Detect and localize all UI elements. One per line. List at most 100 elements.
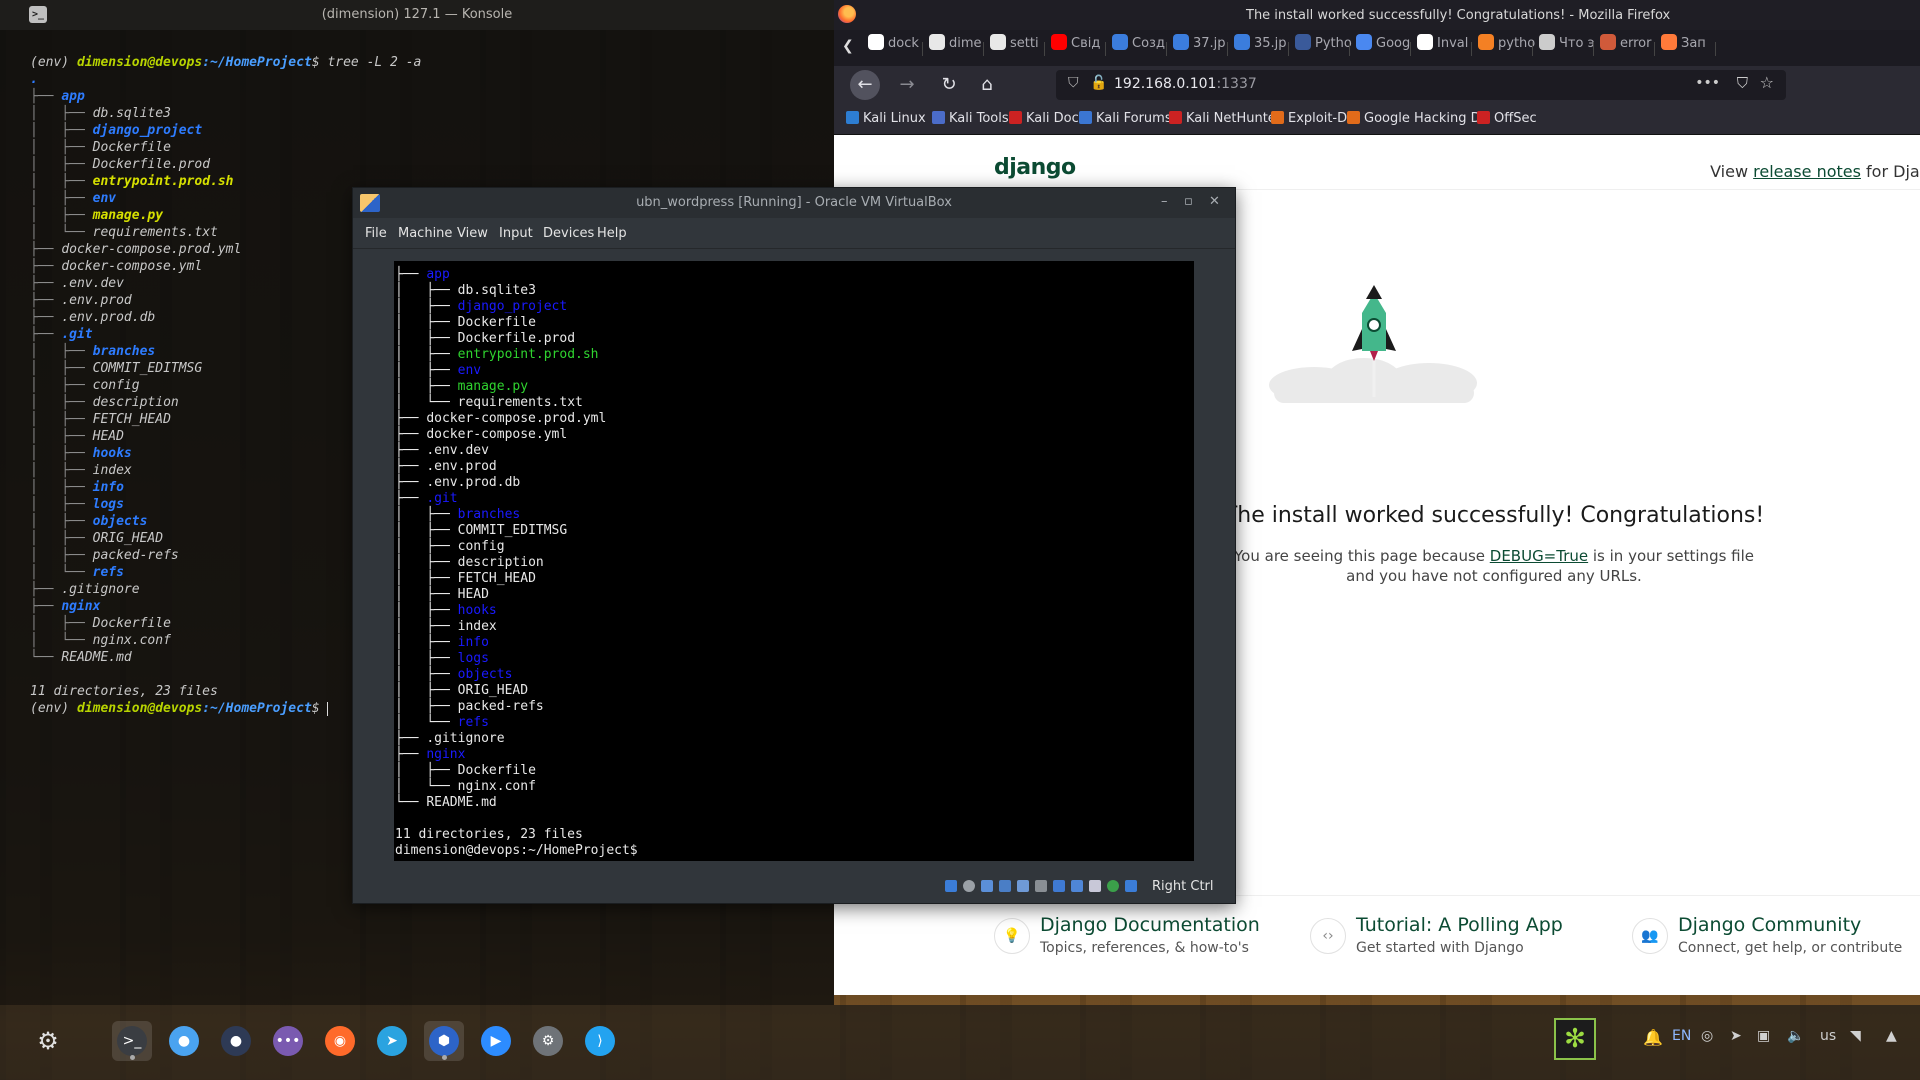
menu-machine[interactable]: Machine: [398, 226, 452, 241]
optical-drive-icon[interactable]: [963, 880, 975, 892]
taskbar-app-button[interactable]: ⟩: [580, 1021, 620, 1061]
tree-prefix: │ ├──: [395, 347, 458, 362]
menu-input[interactable]: Input: [499, 226, 533, 241]
bookmark-item[interactable]: Exploit-DB: [1271, 111, 1356, 126]
audio-icon[interactable]: [981, 880, 993, 892]
menu-devices[interactable]: Devices: [543, 226, 594, 241]
bookmarks-toolbar: Kali Linux Kali Tools Kali Docs Kali Forums…: [834, 104, 1920, 135]
taskbar-app-button[interactable]: ●: [216, 1021, 256, 1061]
hard-disk-icon[interactable]: [945, 880, 957, 892]
maximize-icon[interactable]: ▫: [1184, 194, 1193, 209]
wifi-icon[interactable]: ◥: [1850, 1028, 1861, 1044]
bookmark-item[interactable]: Kali Forums: [1079, 111, 1172, 126]
bookmark-item[interactable]: Kali Docs: [1009, 111, 1086, 126]
virtualbox-window[interactable]: ubn_wordpress [Running] - Oracle VM Virt…: [353, 188, 1235, 903]
menu-view[interactable]: View: [457, 226, 488, 241]
application-launcher-button[interactable]: ⚙: [28, 1021, 68, 1061]
card-title[interactable]: Tutorial: A Polling App: [1356, 914, 1563, 936]
shared-folders-icon[interactable]: [1035, 880, 1047, 892]
tree-entry-dir: objects: [92, 514, 148, 529]
keyboard-layout-indicator[interactable]: us: [1820, 1028, 1836, 1044]
vm-display[interactable]: ├── app │ ├── db.sqlite3 │ ├── django_proj…: [394, 261, 1194, 861]
tab-label: setti: [1010, 36, 1039, 51]
debug-link[interactable]: DEBUG=True: [1490, 547, 1588, 565]
close-icon[interactable]: ✕: [1209, 194, 1220, 209]
reload-button[interactable]: ↻: [934, 70, 964, 100]
kde-menu-icon: ⚙: [37, 1027, 59, 1055]
tree-entry-exec: entrypoint.prod.sh: [457, 347, 599, 362]
taskbar-app-button[interactable]: ⬢: [424, 1021, 464, 1061]
release-notes-line: View release notes for Djang: [1710, 162, 1920, 181]
bookmark-label: Kali Linux: [863, 111, 926, 126]
vm-tree-line: ├── .env.dev: [395, 443, 638, 459]
guest-additions-icon[interactable]: [1107, 880, 1119, 892]
clipboard-icon[interactable]: ▣: [1757, 1028, 1770, 1044]
card-subtitle: Connect, get help, or contribute: [1678, 940, 1903, 956]
firefox-titlebar[interactable]: The install worked successfully! Congrat…: [834, 0, 1920, 30]
forward-button[interactable]: →: [892, 70, 922, 100]
pocket-icon[interactable]: ⛉: [1737, 74, 1748, 92]
taskbar-app-button[interactable]: ▶: [476, 1021, 516, 1061]
django-logo[interactable]: django: [994, 155, 1076, 180]
tracking-shield-icon[interactable]: ⛉: [1068, 75, 1079, 91]
tree-prefix: │ ├──: [395, 763, 458, 778]
bookmark-item[interactable]: Kali Linux: [846, 111, 926, 126]
konsole-titlebar[interactable]: >_ (dimension) 127.1 — Konsole: [0, 0, 834, 30]
virtualbox-titlebar[interactable]: ubn_wordpress [Running] - Oracle VM Virt…: [353, 188, 1235, 218]
tab-scroll-left-icon[interactable]: ❮: [842, 38, 854, 54]
tab-label: Pytho: [1315, 36, 1352, 51]
display-icon[interactable]: [1053, 880, 1065, 892]
usb-icon[interactable]: [1017, 880, 1029, 892]
vm-terminal[interactable]: ├── app │ ├── db.sqlite3 │ ├── django_proj…: [395, 267, 638, 859]
tree-prefix: │ ├──: [30, 480, 93, 495]
url-bar[interactable]: ⛉ 🔓 192.168.0.101:1337 ••• ⛉ ☆: [1056, 70, 1786, 100]
release-notes-link[interactable]: release notes: [1753, 162, 1861, 181]
menu-help[interactable]: Help: [597, 226, 627, 241]
fan-widget-icon[interactable]: ✻: [1554, 1018, 1596, 1060]
telegram-tray-icon[interactable]: ➤: [1730, 1028, 1742, 1044]
stackoverflow-icon: [1478, 34, 1494, 50]
keyboard-lang-indicator[interactable]: EN: [1672, 1028, 1691, 1044]
bookmark-item[interactable]: Google Hacking DB: [1347, 111, 1490, 126]
mouse-integration-icon[interactable]: [1125, 880, 1137, 892]
taskbar-app-button[interactable]: ●: [164, 1021, 204, 1061]
tray-expand-icon[interactable]: ▲: [1886, 1028, 1897, 1044]
taskbar-app-button[interactable]: ⚙: [528, 1021, 568, 1061]
tree-prefix: │ ├──: [30, 497, 93, 512]
tab-strip[interactable]: ❮ dock dime setti Свід Созд 37.jp 35.jp Pytho Go…: [834, 30, 1920, 66]
recording-icon[interactable]: [1071, 880, 1083, 892]
browser-tab[interactable]: Зап: [1657, 34, 1729, 62]
bookmark-item[interactable]: OffSec: [1477, 111, 1537, 126]
card-title[interactable]: Django Documentation: [1040, 914, 1260, 936]
taskbar-app-button[interactable]: ◉: [320, 1021, 360, 1061]
minimize-icon[interactable]: –: [1161, 194, 1168, 209]
tab-separator: [983, 42, 984, 56]
vm-tree-line: │ ├── entrypoint.prod.sh: [395, 347, 638, 363]
menu-file[interactable]: File: [365, 226, 387, 241]
network-icon[interactable]: [999, 880, 1011, 892]
insecure-lock-icon[interactable]: 🔓: [1090, 75, 1107, 91]
back-button[interactable]: ←: [850, 70, 880, 100]
page-actions-icon[interactable]: •••: [1695, 75, 1720, 91]
tree-entry-file: .env.prod: [426, 459, 497, 474]
card-title[interactable]: Django Community: [1678, 914, 1861, 936]
bookmark-star-icon[interactable]: ☆: [1760, 73, 1774, 92]
tree-entry-file: README.md: [426, 795, 497, 810]
image-icon: [1112, 34, 1128, 50]
taskbar-app-button[interactable]: >_: [112, 1021, 152, 1061]
bookmark-item[interactable]: Kali NetHunter: [1169, 111, 1281, 126]
url-text[interactable]: 192.168.0.101:1337: [1114, 76, 1257, 92]
notification-icon[interactable]: 🔔: [1643, 1028, 1663, 1047]
tree-entry-file: packed-refs: [92, 548, 179, 563]
network-monitor-icon[interactable]: ◎: [1701, 1028, 1713, 1044]
tree-entry-dir: branches: [457, 507, 521, 522]
cpu-icon[interactable]: [1089, 880, 1101, 892]
home-button[interactable]: ⌂: [972, 70, 1002, 100]
taskbar-app-button[interactable]: ➤: [372, 1021, 412, 1061]
taskbar-app-button[interactable]: •••: [268, 1021, 308, 1061]
volume-icon[interactable]: 🔈: [1787, 1028, 1804, 1044]
lightbulb-icon: 💡: [994, 918, 1030, 954]
vm-tree-line: │ ├── env: [395, 363, 638, 379]
bookmark-item[interactable]: Kali Tools: [932, 111, 1009, 126]
